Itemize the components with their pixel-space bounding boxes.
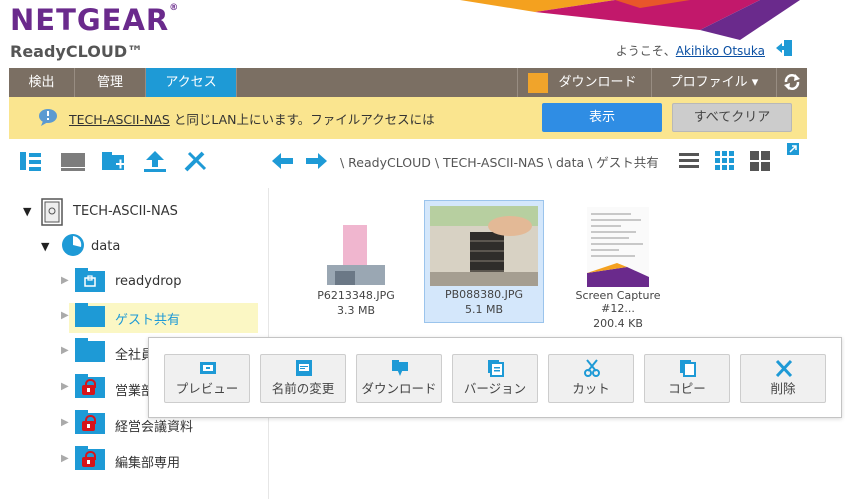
tree-volume[interactable]: ▼ data	[9, 233, 259, 263]
welcome-text: ようこそ、Akihiko Otsuka	[615, 44, 765, 58]
file-thumbnail	[587, 207, 649, 287]
breadcrumb[interactable]: \ ReadyCLOUD \ TECH-ASCII-NAS \ data \ ゲ…	[340, 152, 659, 171]
storage-icon[interactable]	[60, 150, 86, 172]
product-name: ReadyCLOUD™	[10, 42, 144, 61]
tree-folder-guest-share[interactable]: ゲスト共有	[69, 303, 258, 333]
tree-folder-readydrop[interactable]: ▶ readydrop	[9, 268, 259, 298]
locked-folder-icon	[75, 446, 105, 470]
folder-icon	[75, 338, 105, 362]
rename-icon	[296, 360, 312, 376]
versions-icon	[488, 360, 504, 377]
delete-icon	[775, 359, 793, 377]
profile-menu[interactable]: プロファイル ▾	[652, 68, 777, 97]
logout-icon[interactable]	[775, 39, 793, 57]
upload-icon[interactable]	[142, 150, 168, 172]
lan-notice: TECH-ASCII-NAS と同じLAN上にいます。ファイルアクセスには 表示…	[9, 97, 807, 139]
preview-button[interactable]: プレビュー	[164, 354, 250, 403]
large-grid-view-icon[interactable]	[749, 150, 771, 172]
folder-icon	[75, 303, 105, 327]
delete-button[interactable]: 削除	[740, 354, 826, 403]
tools-icon[interactable]	[183, 150, 209, 172]
rename-button[interactable]: 名前の変更	[260, 354, 346, 403]
back-arrow-icon[interactable]	[270, 150, 296, 172]
expand-arrow-icon[interactable]: ▶	[61, 275, 69, 286]
file-item-selected[interactable]: PB088380.JPG 5.1 MB	[424, 200, 544, 323]
file-actions-panel: プレビュー 名前の変更 ダウンロード バージョン カット コピー 削除	[148, 337, 842, 418]
tree-folder-editorial[interactable]: ▶ 編集部専用	[9, 446, 259, 476]
lock-icon	[82, 415, 96, 431]
collapse-arrow-icon[interactable]: ▼	[23, 205, 31, 218]
main-nav: 検出 管理 アクセス ダウンロード プロファイル ▾	[9, 68, 807, 97]
expand-arrow-icon[interactable]: ▶	[61, 453, 69, 464]
tab-manage[interactable]: 管理	[75, 68, 146, 97]
device-link[interactable]: TECH-ASCII-NAS	[69, 112, 170, 127]
scissors-icon	[584, 359, 600, 377]
folder-icon	[75, 268, 105, 292]
info-bubble-icon	[39, 109, 57, 126]
nas-device-icon	[41, 198, 63, 226]
tree-device[interactable]: ▼ TECH-ASCII-NAS	[9, 198, 259, 228]
expand-arrow-icon[interactable]: ▶	[61, 417, 69, 428]
clear-all-button[interactable]: すべてクリア	[672, 103, 792, 132]
download-button[interactable]: ダウンロード	[356, 354, 442, 403]
expand-icon[interactable]	[787, 143, 799, 155]
refresh-button[interactable]	[777, 68, 807, 97]
tab-access[interactable]: アクセス	[146, 68, 237, 97]
copy-icon	[680, 360, 696, 377]
download-grid-icon	[528, 73, 548, 93]
list-view-icon[interactable]	[678, 150, 700, 172]
user-name-link[interactable]: Akihiko Otsuka	[676, 44, 765, 58]
copy-button[interactable]: コピー	[644, 354, 730, 403]
netgear-logo: NETGEAR®	[10, 3, 179, 37]
file-item[interactable]: P6213348.JPG 3.3 MB	[296, 202, 416, 317]
tree-view-icon[interactable]	[18, 150, 44, 172]
volume-icon	[62, 234, 84, 256]
readydrop-badge-icon	[84, 275, 96, 287]
expand-arrow-icon[interactable]: ▶	[61, 345, 69, 356]
file-thumbnail	[325, 207, 387, 287]
forward-arrow-icon[interactable]	[303, 150, 329, 172]
collapse-arrow-icon[interactable]: ▼	[41, 240, 49, 253]
lock-icon	[82, 451, 96, 467]
show-button[interactable]: 表示	[542, 103, 662, 132]
download-menu[interactable]: ダウンロード	[517, 68, 652, 97]
expand-arrow-icon[interactable]: ▶	[61, 310, 69, 321]
refresh-icon	[784, 74, 800, 90]
lock-icon	[82, 379, 96, 395]
versions-button[interactable]: バージョン	[452, 354, 538, 403]
cut-button[interactable]: カット	[548, 354, 634, 403]
preview-icon	[200, 362, 216, 374]
locked-folder-icon	[75, 374, 105, 398]
download-icon	[392, 360, 408, 376]
file-item[interactable]: Screen Capture #12... 200.4 KB	[558, 202, 678, 330]
notice-message: TECH-ASCII-NAS と同じLAN上にいます。ファイルアクセスには	[69, 112, 435, 127]
locked-folder-icon	[75, 410, 105, 434]
download-label: ダウンロード	[558, 75, 637, 90]
expand-arrow-icon[interactable]: ▶	[61, 381, 69, 392]
file-thumbnail	[430, 206, 538, 286]
tab-discover[interactable]: 検出	[9, 68, 75, 97]
new-folder-icon[interactable]	[101, 150, 127, 172]
small-grid-view-icon[interactable]	[714, 150, 736, 172]
